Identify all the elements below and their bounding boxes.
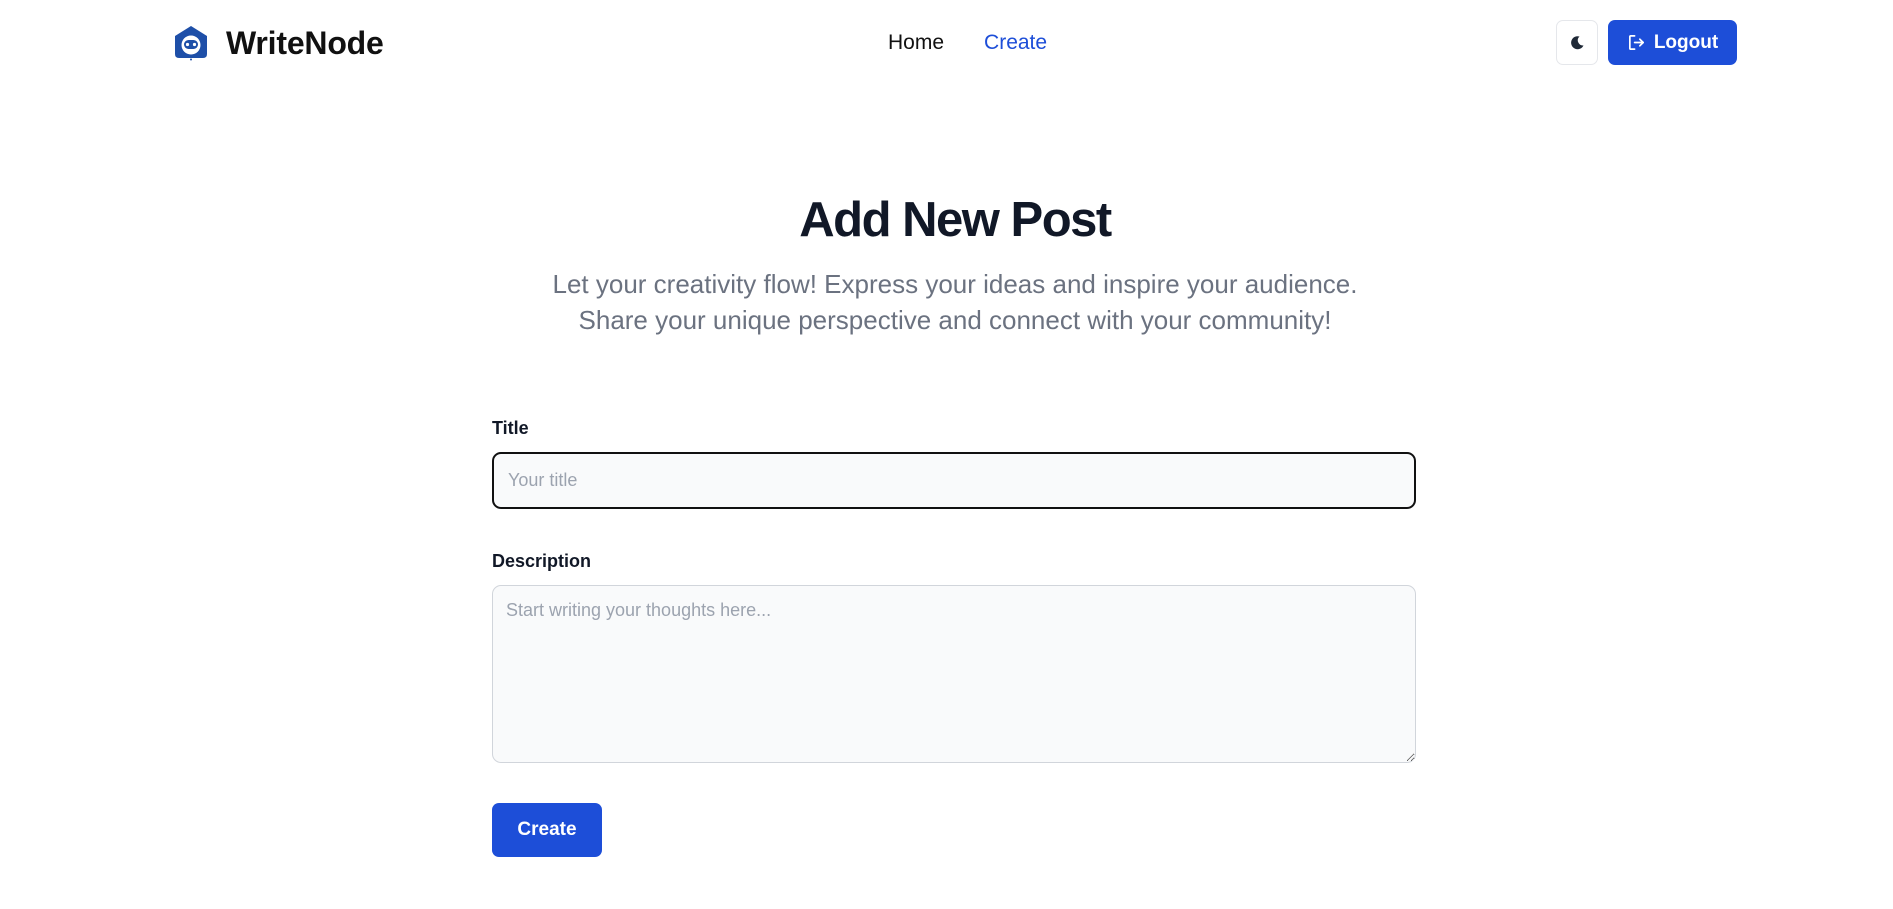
description-label: Description: [492, 551, 592, 571]
subtitle-line-2: Share your unique perspective and connec…: [578, 305, 1332, 335]
moon-icon: [1571, 35, 1584, 49]
logout-label: Logout: [1653, 31, 1719, 53]
nav-link-create[interactable]: Create: [984, 31, 1047, 55]
create-post-button[interactable]: Create: [492, 803, 602, 857]
title-label: Title: [492, 418, 529, 438]
brand-link[interactable]: WriteNode: [172, 22, 384, 64]
description-textarea[interactable]: [492, 585, 1416, 763]
nav-link-home[interactable]: Home: [888, 31, 944, 55]
top-navbar: WriteNode Home Create Logout: [0, 0, 1893, 86]
theme-toggle-button[interactable]: [1556, 20, 1598, 65]
subtitle-line-1: Let your creativity flow! Express your i…: [552, 269, 1358, 299]
brand-name: WriteNode: [226, 24, 384, 61]
page-title: Add New Post: [799, 193, 1112, 247]
logout-button[interactable]: Logout: [1608, 20, 1737, 65]
main-nav: Home Create: [888, 28, 1047, 58]
page-subtitle: Let your creativity flow! Express your i…: [0, 266, 1893, 338]
title-input[interactable]: [492, 452, 1416, 509]
logout-icon: [1627, 33, 1646, 52]
robot-home-icon: [175, 26, 207, 61]
